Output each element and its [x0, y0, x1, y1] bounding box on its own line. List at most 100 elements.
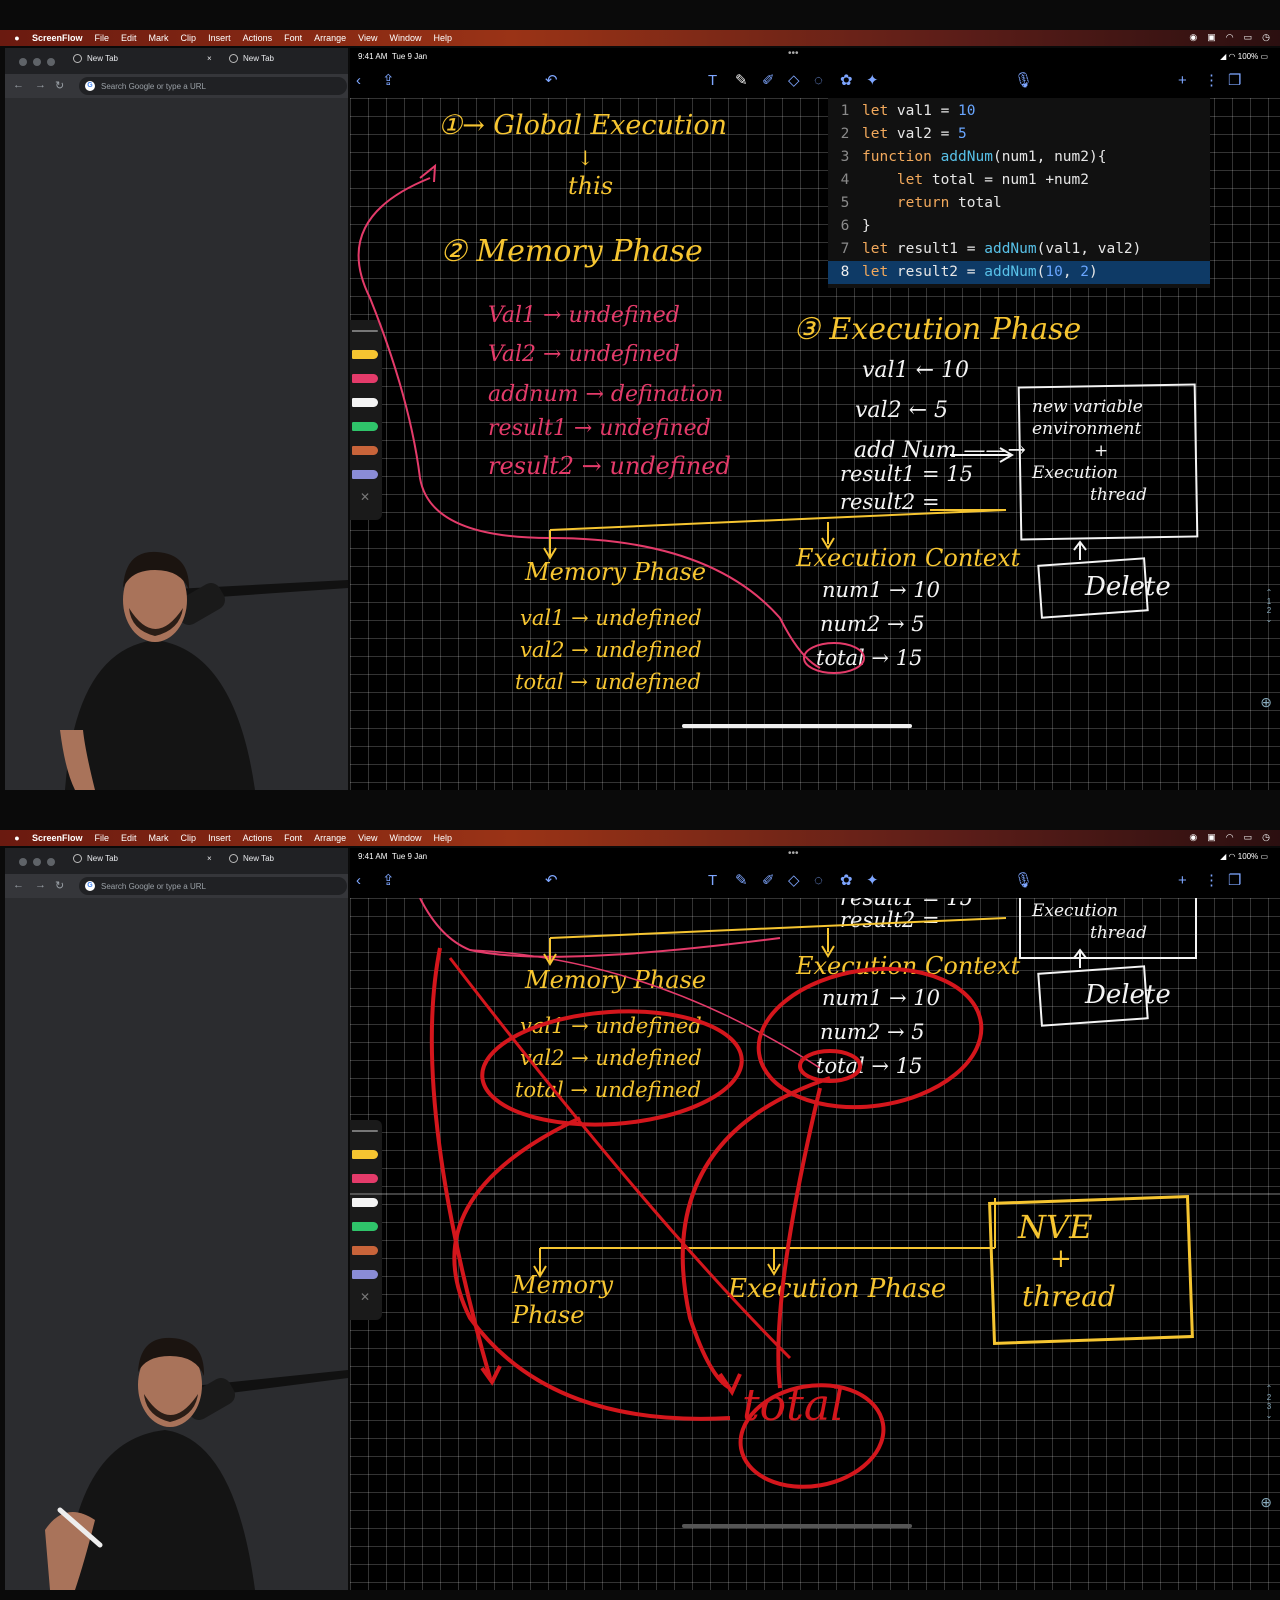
- more-options-icon[interactable]: ⋮: [1204, 872, 1219, 890]
- back-arrow-icon[interactable]: ←: [13, 79, 24, 91]
- reload-icon[interactable]: ↻: [55, 879, 64, 892]
- menu-actions[interactable]: Actions: [243, 33, 273, 43]
- page-up-icon[interactable]: ⌃: [1262, 588, 1276, 597]
- menu-mark[interactable]: Mark: [149, 833, 169, 843]
- forward-arrow-icon[interactable]: →: [35, 79, 46, 91]
- shapes-icon[interactable]: ✿: [840, 872, 853, 890]
- menubar-app-name[interactable]: ScreenFlow: [32, 833, 83, 843]
- highlighter-icon[interactable]: ✐: [762, 72, 775, 90]
- laser-icon[interactable]: ✦: [866, 872, 879, 890]
- more-options-icon[interactable]: ⋮: [1204, 72, 1219, 90]
- menu-insert[interactable]: Insert: [208, 33, 231, 43]
- zoom-icon[interactable]: ⊕: [1260, 1494, 1272, 1511]
- page-down-icon[interactable]: ⌄: [1262, 1411, 1276, 1420]
- tab-new-1[interactable]: New Tab: [73, 854, 118, 863]
- notes-canvas[interactable]: ✕ result1 = 15 result2 = Execution thread…: [350, 898, 1280, 1590]
- lasso-icon[interactable]: ◌: [814, 72, 823, 90]
- share-icon[interactable]: ⇪: [382, 72, 395, 90]
- screen-record-icon[interactable]: ▣: [1207, 32, 1216, 43]
- menu-view[interactable]: View: [358, 33, 377, 43]
- text-tool-icon[interactable]: T: [708, 72, 717, 90]
- page-number[interactable]: 2: [1262, 1393, 1276, 1402]
- more-dots-icon[interactable]: •••: [788, 48, 799, 59]
- menu-file[interactable]: File: [95, 833, 110, 843]
- menu-view[interactable]: View: [358, 833, 377, 843]
- menu-mark[interactable]: Mark: [149, 33, 169, 43]
- wifi-icon[interactable]: ◠: [1226, 832, 1234, 843]
- menu-help[interactable]: Help: [434, 833, 453, 843]
- menu-actions[interactable]: Actions: [243, 833, 273, 843]
- screen-record-icon[interactable]: ▣: [1207, 832, 1216, 843]
- pages-icon[interactable]: ❐: [1228, 872, 1241, 890]
- zoom-window-button[interactable]: [47, 58, 55, 66]
- back-arrow-icon[interactable]: ←: [13, 879, 24, 891]
- menu-arrange[interactable]: Arrange: [314, 833, 346, 843]
- text-tool-icon[interactable]: T: [708, 872, 717, 890]
- menu-arrange[interactable]: Arrange: [314, 33, 346, 43]
- undo-icon[interactable]: ↶: [545, 72, 558, 90]
- clock-icon[interactable]: ◷: [1262, 832, 1270, 843]
- highlighter-icon[interactable]: ✐: [762, 872, 775, 890]
- menu-font[interactable]: Font: [284, 33, 302, 43]
- battery-icon[interactable]: ▭: [1244, 832, 1253, 843]
- wifi-icon[interactable]: ◠: [1226, 32, 1234, 43]
- apple-icon[interactable]: ●: [12, 833, 22, 843]
- battery-icon[interactable]: ▭: [1244, 32, 1253, 43]
- menu-window[interactable]: Window: [390, 833, 422, 843]
- lasso-icon[interactable]: ◌: [814, 872, 823, 890]
- screenflow-icon[interactable]: ◉: [1189, 32, 1197, 43]
- pen-tool-icon[interactable]: ✎: [735, 872, 748, 890]
- microphone-icon[interactable]: 🎙: [1014, 872, 1033, 890]
- page-down-icon[interactable]: ⌄: [1262, 615, 1276, 624]
- tab-new-2[interactable]: New Tab: [229, 854, 274, 863]
- menu-window[interactable]: Window: [390, 33, 422, 43]
- page-navigator[interactable]: ⌃ 1 2 ⌄: [1262, 588, 1276, 624]
- page-navigator[interactable]: ⌃ 2 3 ⌄: [1262, 1384, 1276, 1420]
- tab-close-button[interactable]: ×: [207, 854, 212, 863]
- menu-edit[interactable]: Edit: [121, 33, 137, 43]
- tab-new-1[interactable]: New Tab: [73, 54, 118, 63]
- screenflow-icon[interactable]: ◉: [1189, 832, 1197, 843]
- pages-icon[interactable]: ❐: [1228, 72, 1241, 90]
- laser-icon[interactable]: ✦: [866, 72, 879, 90]
- menu-edit[interactable]: Edit: [121, 833, 137, 843]
- notes-canvas[interactable]: ✕ 1 let val1 = 10 2 let val2 = 5 3 function a…: [350, 98, 1280, 790]
- eraser-icon[interactable]: ◇: [788, 72, 800, 90]
- add-page-icon[interactable]: +: [1178, 72, 1187, 90]
- close-window-button[interactable]: [19, 858, 27, 866]
- page-number[interactable]: 2: [1262, 606, 1276, 615]
- add-page-icon[interactable]: +: [1178, 872, 1187, 890]
- menu-insert[interactable]: Insert: [208, 833, 231, 843]
- eraser-icon[interactable]: ◇: [788, 872, 800, 890]
- zoom-icon[interactable]: ⊕: [1260, 694, 1272, 711]
- page-number[interactable]: 1: [1262, 597, 1276, 606]
- menu-font[interactable]: Font: [284, 833, 302, 843]
- microphone-icon[interactable]: 🎙: [1014, 72, 1033, 90]
- pen-tool-icon[interactable]: ✎: [735, 72, 748, 90]
- menu-help[interactable]: Help: [434, 33, 453, 43]
- menubar-app-name[interactable]: ScreenFlow: [32, 33, 83, 43]
- tab-close-button[interactable]: ×: [207, 54, 212, 63]
- minimize-window-button[interactable]: [33, 858, 41, 866]
- apple-icon[interactable]: ●: [12, 33, 22, 43]
- menu-clip[interactable]: Clip: [181, 33, 197, 43]
- page-up-icon[interactable]: ⌃: [1262, 1384, 1276, 1393]
- menu-clip[interactable]: Clip: [181, 833, 197, 843]
- share-icon[interactable]: ⇪: [382, 872, 395, 890]
- forward-arrow-icon[interactable]: →: [35, 879, 46, 891]
- clock-icon[interactable]: ◷: [1262, 32, 1270, 43]
- undo-icon[interactable]: ↶: [545, 872, 558, 890]
- reload-icon[interactable]: ↻: [55, 79, 64, 92]
- minimize-window-button[interactable]: [33, 58, 41, 66]
- close-window-button[interactable]: [19, 58, 27, 66]
- back-chevron-icon[interactable]: ‹: [356, 72, 361, 90]
- omnibox[interactable]: G Search Google or type a URL: [79, 77, 347, 95]
- menu-file[interactable]: File: [95, 33, 110, 43]
- more-dots-icon[interactable]: •••: [788, 848, 799, 859]
- back-chevron-icon[interactable]: ‹: [356, 872, 361, 890]
- tab-new-2[interactable]: New Tab: [229, 54, 274, 63]
- shapes-icon[interactable]: ✿: [840, 72, 853, 90]
- zoom-window-button[interactable]: [47, 858, 55, 866]
- page-number[interactable]: 3: [1262, 1402, 1276, 1411]
- omnibox[interactable]: G Search Google or type a URL: [79, 877, 347, 895]
